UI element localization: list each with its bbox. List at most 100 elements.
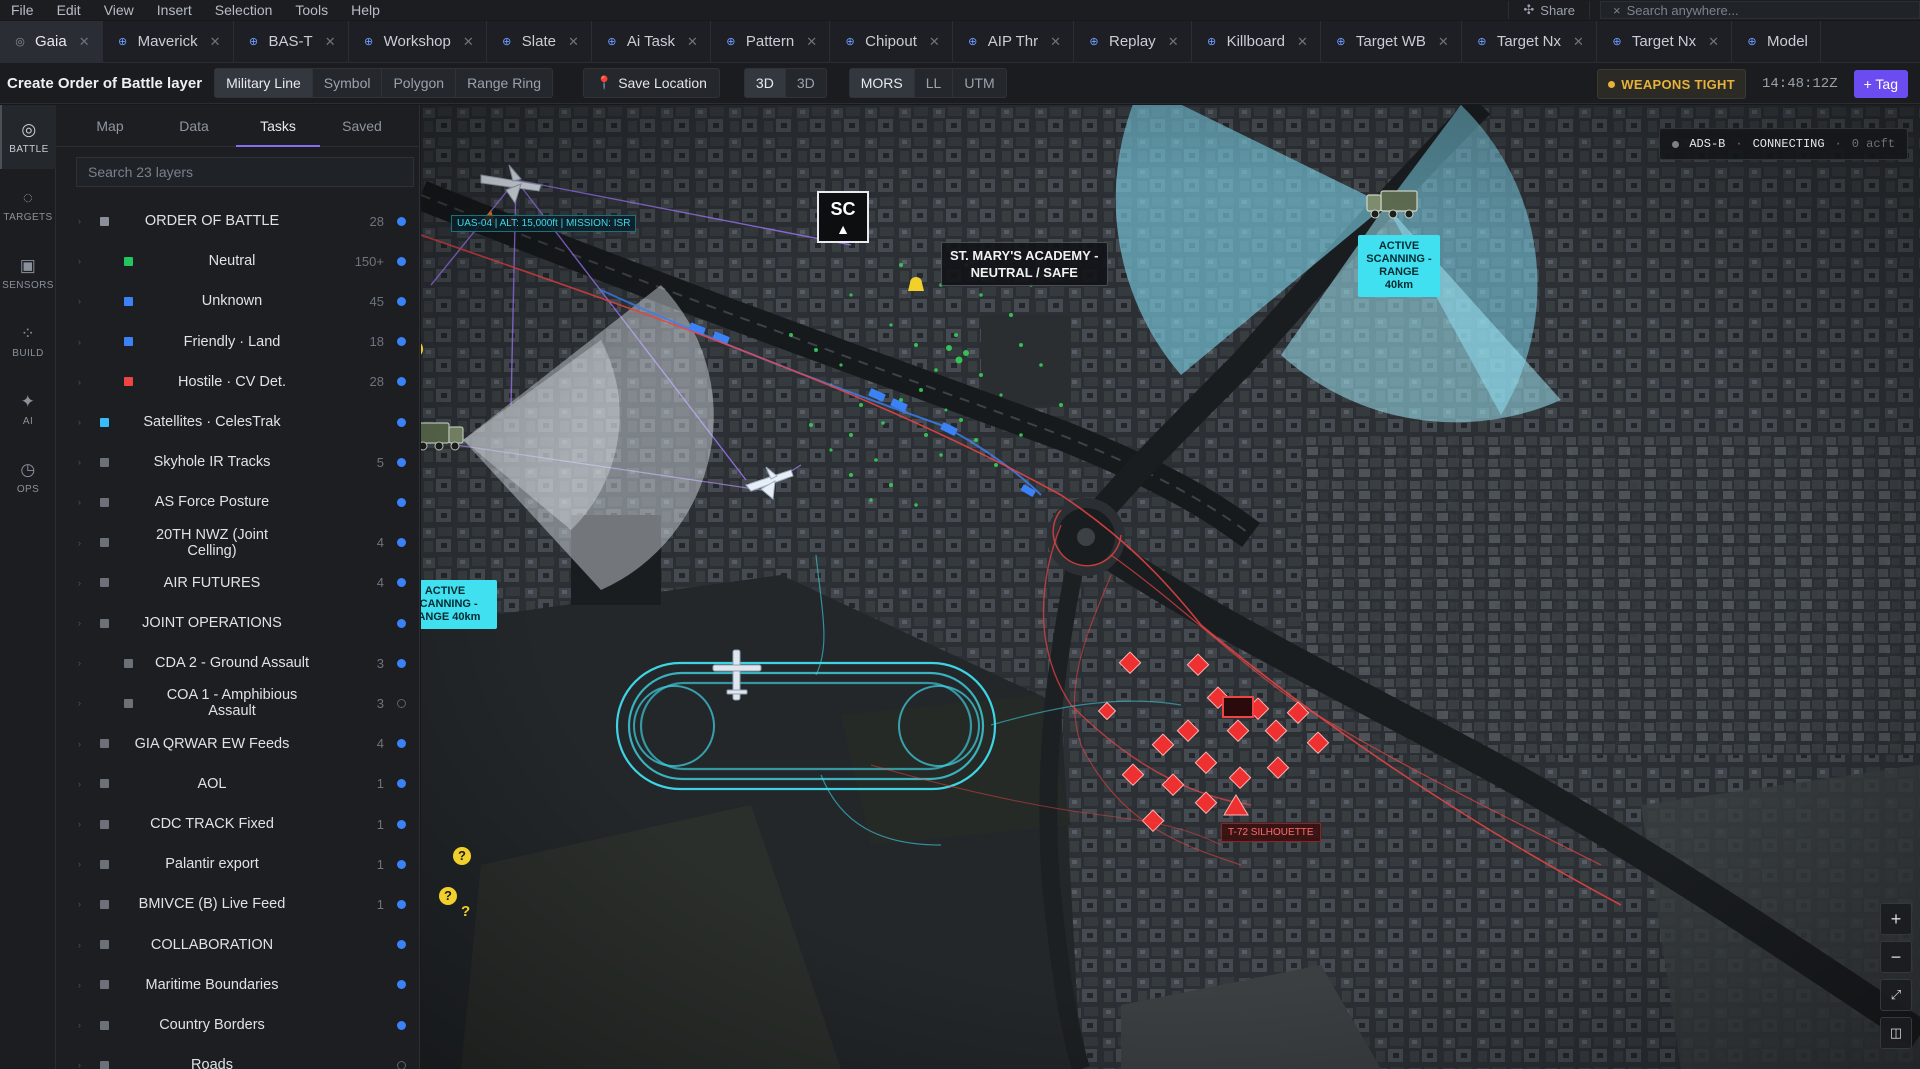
chevron-right-icon[interactable]: › [78, 578, 81, 588]
unknown-marker-icon[interactable]: ? [453, 847, 471, 865]
close-icon[interactable]: ✕ [1438, 34, 1449, 50]
close-icon[interactable]: ✕ [687, 34, 698, 50]
rail-item-targets[interactable]: ◌ TARGETS [0, 173, 56, 237]
chevron-right-icon[interactable]: › [78, 658, 81, 668]
visibility-toggle[interactable] [397, 739, 406, 749]
layer-row[interactable]: › AOL 1 [56, 764, 420, 804]
t72-silhouette-label[interactable]: T-72 SILHOUETTE [1221, 823, 1321, 842]
unknown-marker-icon[interactable]: ? [439, 887, 457, 905]
visibility-toggle[interactable] [397, 779, 406, 789]
layer-search-input[interactable]: Search 23 layers [76, 157, 414, 187]
chevron-right-icon[interactable]: › [78, 256, 81, 266]
close-icon[interactable]: ✕ [463, 34, 474, 50]
menu-tools[interactable]: Tools [284, 2, 340, 18]
close-icon[interactable]: ✕ [210, 34, 221, 50]
visibility-toggle[interactable] [397, 1020, 406, 1030]
visibility-toggle[interactable] [397, 698, 406, 708]
view-mode-3d[interactable]: 3D [744, 69, 786, 97]
rail-item-ai[interactable]: ✦ AI [0, 377, 56, 441]
chevron-right-icon[interactable]: › [78, 779, 81, 789]
layer-row[interactable]: › GIA QRWAR EW Feeds 4 [56, 724, 420, 764]
layer-row[interactable]: › Neutral 150+ [56, 241, 420, 281]
layer-row[interactable]: › Palantir export 1 [56, 844, 420, 884]
sensor-scan-label-right[interactable]: ACTIVE SCANNING - RANGE 40km [1358, 235, 1440, 297]
layer-row[interactable]: › COLLABORATION [56, 925, 420, 965]
view-mode-3d-alt[interactable]: 3D [786, 69, 826, 97]
visibility-toggle[interactable] [397, 377, 406, 387]
menu-edit[interactable]: Edit [46, 2, 93, 18]
tab-maverick[interactable]: ⊕ Maverick ✕ [103, 21, 234, 62]
layer-row[interactable]: › Unknown 45 [56, 281, 420, 321]
visibility-toggle[interactable] [397, 819, 406, 829]
tab-killboard[interactable]: ⊕ Killboard ✕ [1192, 21, 1321, 62]
visibility-toggle[interactable] [397, 859, 406, 869]
chevron-right-icon[interactable]: › [78, 296, 81, 306]
layer-row[interactable]: › BMIVCE (B) Live Feed 1 [56, 884, 420, 924]
zoom-out-button[interactable]: − [1880, 941, 1912, 973]
chevron-right-icon[interactable]: › [78, 1020, 81, 1030]
adsb-status-badge[interactable]: ADS-B · CONNECTING · 0 acft [1659, 128, 1908, 160]
close-icon[interactable]: ✕ [1297, 34, 1308, 50]
visibility-toggle[interactable] [397, 216, 406, 226]
chevron-right-icon[interactable]: › [78, 618, 81, 628]
layer-row[interactable]: › CDC TRACK Fixed 1 [56, 804, 420, 844]
visibility-toggle[interactable] [397, 497, 406, 507]
chevron-right-icon[interactable]: › [78, 377, 81, 387]
chevron-right-icon[interactable]: › [78, 538, 81, 548]
chevron-right-icon[interactable]: › [78, 739, 81, 749]
visibility-toggle[interactable] [397, 538, 406, 548]
rail-item-ops[interactable]: ◷ OPS [0, 445, 56, 509]
visibility-toggle[interactable] [397, 296, 406, 306]
visibility-toggle[interactable] [397, 578, 406, 588]
tab-ai-task[interactable]: ⊕ Ai Task ✕ [592, 21, 711, 62]
visibility-toggle[interactable] [397, 337, 406, 347]
visibility-toggle[interactable] [397, 417, 406, 427]
close-icon[interactable]: ✕ [325, 34, 336, 50]
close-icon[interactable]: ✕ [1708, 34, 1719, 50]
weapons-status-badge[interactable]: WEAPONS TIGHT [1597, 69, 1746, 99]
tab-chipout[interactable]: ⊕ Chipout ✕ [830, 21, 953, 62]
layer-row[interactable]: › Country Borders [56, 1005, 420, 1045]
tab-aip-thr[interactable]: ⊕ AIP Thr ✕ [953, 21, 1074, 62]
tab-bas-t[interactable]: ⊕ BAS-T ✕ [234, 21, 349, 62]
menu-help[interactable]: Help [340, 2, 392, 18]
unknown-marker-icon[interactable]: ? [461, 903, 470, 920]
save-location-button[interactable]: 📍 Save Location [583, 68, 720, 98]
visibility-toggle[interactable] [397, 940, 406, 950]
uas-track-label[interactable]: UAS-04 | ALT: 15,000ft | MISSION: ISR [451, 215, 637, 232]
school-label[interactable]: ST. MARY'S ACADEMY - NEUTRAL / SAFE [941, 242, 1108, 286]
menu-selection[interactable]: Selection [204, 2, 285, 18]
layer-row[interactable]: › Satellites · CelesTrak [56, 402, 420, 442]
visibility-toggle[interactable] [397, 618, 406, 628]
tab-target-nx-2[interactable]: ⊕ Target Nx ✕ [1597, 21, 1733, 62]
rail-item-sensors[interactable]: ▣ SENSORS [0, 241, 56, 305]
layer-row[interactable]: › Hostile · CV Det. 28 [56, 362, 420, 402]
chevron-right-icon[interactable]: › [78, 337, 81, 347]
tab-target-wb[interactable]: ⊕ Target WB ✕ [1321, 21, 1462, 62]
draw-mode-polygon[interactable]: Polygon [382, 69, 457, 97]
chevron-right-icon[interactable]: › [78, 980, 81, 990]
close-icon[interactable]: ✕ [79, 34, 90, 50]
tab-slate[interactable]: ⊕ Slate ✕ [487, 21, 592, 62]
layer-row[interactable]: › CDA 2 - Ground Assault 3 [56, 643, 420, 683]
chevron-right-icon[interactable]: › [78, 417, 81, 427]
panel-tab-tasks[interactable]: Tasks [236, 105, 320, 147]
layer-row[interactable]: › Friendly · Land 18 [56, 322, 420, 362]
tab-gaia[interactable]: ◎ Gaia ✕ [0, 21, 103, 62]
menu-file[interactable]: File [0, 2, 46, 18]
sensor-scan-label-left[interactable]: ACTIVE SCANNING - RANGE 40km [421, 580, 497, 629]
panel-tab-map[interactable]: Map [68, 105, 152, 147]
rail-item-battle[interactable]: ◎ BATTLE [0, 105, 56, 169]
coord-mode-utm[interactable]: UTM [953, 69, 1005, 97]
chevron-right-icon[interactable]: › [78, 899, 81, 909]
layer-row[interactable]: › Roads [56, 1045, 420, 1069]
chevron-right-icon[interactable]: › [78, 1060, 81, 1069]
add-tag-button[interactable]: + Tag [1853, 70, 1908, 98]
rail-item-build[interactable]: ⁘ BUILD [0, 309, 56, 373]
chevron-right-icon[interactable]: › [78, 940, 81, 950]
layer-row[interactable]: › ORDER OF BATTLE 28 [56, 201, 420, 241]
visibility-toggle[interactable] [397, 457, 406, 467]
zoom-in-button[interactable]: + [1880, 903, 1912, 935]
visibility-toggle[interactable] [397, 899, 406, 909]
visibility-toggle[interactable] [397, 256, 406, 266]
